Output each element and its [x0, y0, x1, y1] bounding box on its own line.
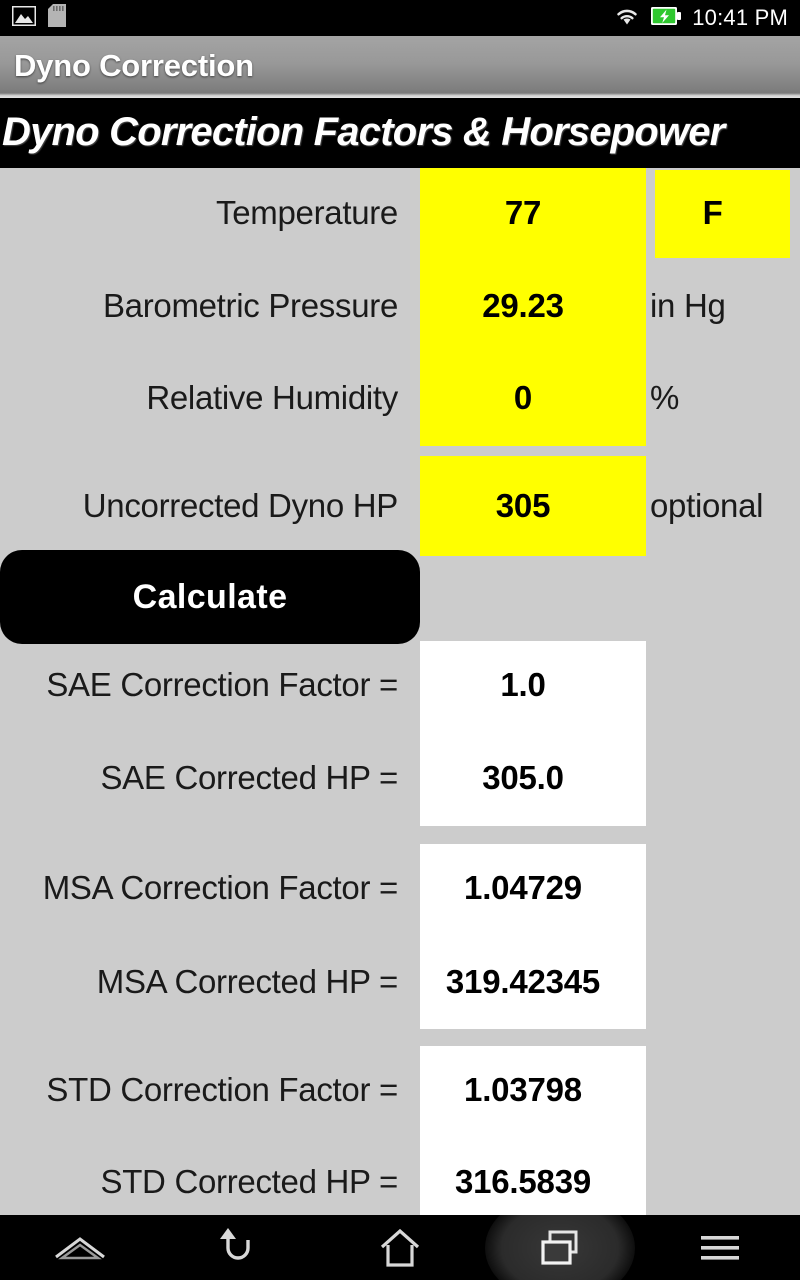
temperature-input[interactable]: 77: [410, 194, 636, 232]
back-icon[interactable]: [160, 1215, 320, 1280]
gallery-icon: [11, 5, 37, 31]
std-corrected-hp-label: STD Corrected HP =: [100, 1163, 398, 1200]
app-screen: 10:41 PM Dyno Correction Dyno Correction…: [0, 0, 800, 1280]
barometric-pressure-unit-label: in Hg: [650, 287, 726, 324]
std-correction-factor-value: 1.03798: [464, 1071, 582, 1108]
std-correction-factor-row: STD Correction Factor = 1.03798: [0, 1058, 800, 1122]
relative-humidity-row: Relative Humidity 0 %: [0, 363, 800, 433]
calculate-button[interactable]: Calculate: [0, 550, 420, 644]
sae-correction-factor-row: SAE Correction Factor = 1.0: [0, 653, 800, 717]
battery-charging-icon: [651, 6, 682, 31]
msa-correction-factor-value: 1.04729: [464, 869, 582, 906]
sae-correction-factor-value: 1.0: [500, 666, 546, 703]
temperature-row: Temperature 77 F: [0, 178, 800, 248]
menu-icon[interactable]: [640, 1215, 800, 1280]
status-bar-right-icons: 10:41 PM: [614, 5, 788, 31]
relative-humidity-label: Relative Humidity: [146, 379, 398, 416]
uncorrected-dyno-hp-hint: optional: [650, 487, 764, 524]
temperature-label: Temperature: [216, 194, 398, 231]
msa-corrected-hp-label: MSA Corrected HP =: [96, 963, 399, 1000]
main-content: Temperature 77 F Barometric Pressure 29.…: [0, 168, 800, 1215]
msa-correction-factor-label: MSA Correction Factor =: [42, 869, 399, 906]
page-title: Dyno Correction Factors & Horsepower: [2, 110, 725, 154]
status-bar: 10:41 PM: [0, 0, 800, 36]
uncorrected-dyno-hp-row: Uncorrected Dyno HP 305 optional: [0, 468, 800, 544]
std-corrected-hp-value: 316.5839: [454, 1163, 592, 1200]
collapse-navbar-icon[interactable]: [0, 1215, 160, 1280]
msa-correction-factor-row: MSA Correction Factor = 1.04729: [0, 856, 800, 920]
wifi-icon: [614, 5, 640, 31]
barometric-pressure-row: Barometric Pressure 29.23 in Hg: [0, 271, 800, 341]
msa-corrected-hp-row: MSA Corrected HP = 319.42345: [0, 950, 800, 1014]
sae-correction-factor-label: SAE Correction Factor =: [46, 666, 398, 703]
sd-card-icon: [48, 4, 66, 32]
sae-corrected-hp-label: SAE Corrected HP =: [100, 759, 398, 796]
sae-corrected-hp-row: SAE Corrected HP = 305.0: [0, 746, 800, 810]
action-bar: Dyno Correction: [0, 36, 800, 98]
barometric-pressure-input[interactable]: 29.23: [410, 287, 636, 325]
relative-humidity-input[interactable]: 0: [410, 379, 636, 417]
uncorrected-dyno-hp-label: Uncorrected Dyno HP: [82, 487, 399, 524]
sae-corrected-hp-value: 305.0: [482, 759, 564, 796]
barometric-pressure-label: Barometric Pressure: [102, 287, 398, 324]
relative-humidity-unit-label: %: [650, 379, 680, 416]
std-correction-factor-label: STD Correction Factor =: [46, 1071, 398, 1108]
home-icon[interactable]: [320, 1215, 480, 1280]
system-navigation-bar: [0, 1215, 800, 1280]
std-corrected-hp-row: STD Corrected HP = 316.5839: [0, 1150, 800, 1214]
page-banner: Dyno Correction Factors & Horsepower: [0, 98, 800, 168]
status-bar-clock: 10:41 PM: [692, 4, 788, 30]
status-bar-left-icons: [11, 4, 66, 32]
uncorrected-dyno-hp-input[interactable]: 305: [410, 487, 636, 525]
msa-corrected-hp-value: 319.42345: [445, 963, 601, 1000]
temperature-unit-select[interactable]: F: [645, 194, 780, 232]
recent-apps-icon[interactable]: [480, 1215, 640, 1280]
app-title: Dyno Correction: [14, 48, 254, 83]
